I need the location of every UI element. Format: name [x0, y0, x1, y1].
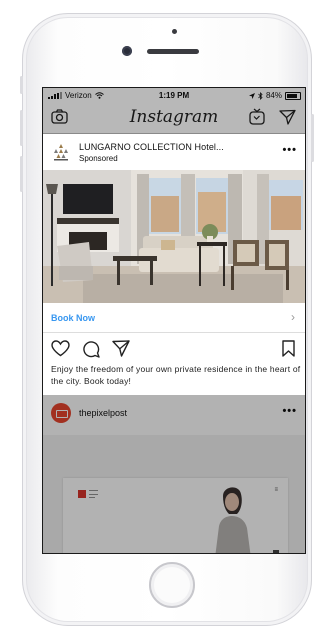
home-button[interactable]	[149, 562, 195, 608]
mockup-logo-icon	[78, 490, 86, 498]
status-bar: Verizon 1:19 PM 84%	[43, 88, 305, 102]
battery-percent: 84%	[265, 91, 282, 100]
volume-down-button	[20, 156, 23, 192]
proximity-sensor	[172, 29, 177, 34]
post-actions	[43, 338, 305, 362]
account-name[interactable]: LUNGARNO COLLECTION Hotel...	[79, 142, 224, 152]
app-header: Instagram	[43, 102, 305, 134]
silent-switch	[20, 76, 23, 94]
earpiece-speaker	[147, 49, 199, 54]
more-options-button[interactable]: •••	[282, 144, 297, 156]
avatar[interactable]	[51, 403, 71, 423]
battery-icon	[285, 91, 301, 100]
heart-icon[interactable]	[51, 340, 70, 357]
person-photo	[215, 487, 251, 553]
post-header: LUNGARNO COLLECTION Hotel... Sponsored •…	[43, 134, 305, 170]
lungarno-logo-icon[interactable]	[51, 142, 71, 162]
post-caption: Enjoy the freedom of your own private re…	[51, 364, 301, 386]
next-post-header: thepixelpost •••	[43, 395, 305, 435]
direct-icon[interactable]	[279, 109, 296, 125]
comment-icon[interactable]	[82, 340, 100, 358]
power-button	[311, 114, 314, 162]
location-icon	[248, 92, 255, 99]
chevron-right-icon: ›	[291, 310, 295, 324]
volume-up-button	[20, 110, 23, 146]
phone-screen: Verizon 1:19 PM 84% Instagram LUNGARNO C…	[42, 87, 306, 554]
book-now-bar[interactable]: Book Now ›	[43, 303, 305, 333]
igtv-icon[interactable]	[249, 108, 265, 125]
website-mockup: ▬▬▬ ▬▬▬ ▬▬ ≡	[63, 478, 288, 553]
next-more-options-button[interactable]: •••	[282, 405, 297, 417]
front-camera	[122, 46, 132, 56]
next-account-name[interactable]: thepixelpost	[79, 408, 127, 418]
bookmark-icon[interactable]	[282, 340, 295, 357]
next-post-image[interactable]: ▬▬▬ ▬▬▬ ▬▬ ≡	[43, 435, 305, 553]
mockup-scroll-marker	[273, 550, 279, 553]
sponsored-label: Sponsored	[79, 154, 118, 163]
share-icon[interactable]	[112, 340, 130, 357]
mockup-logo-text: ▬▬▬ ▬▬▬ ▬▬	[89, 488, 98, 499]
menu-icon: ≡	[274, 487, 278, 493]
post-photo[interactable]	[43, 170, 305, 303]
instagram-logo: Instagram	[129, 107, 219, 127]
book-now-link[interactable]: Book Now	[51, 313, 95, 323]
bluetooth-icon	[258, 91, 263, 100]
